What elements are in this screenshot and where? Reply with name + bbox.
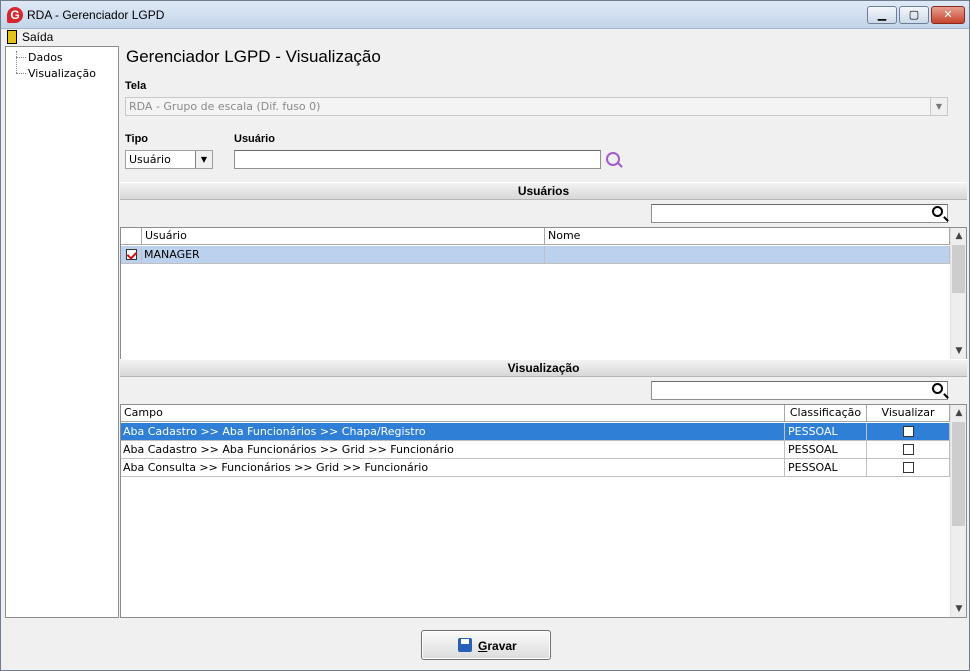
- visualizar-checkbox[interactable]: [902, 425, 914, 437]
- type-select[interactable]: Usuário ▼: [125, 150, 213, 169]
- cell-classificacao: PESSOAL: [785, 423, 867, 441]
- cell-visualizar[interactable]: [867, 459, 950, 477]
- user-input[interactable]: [234, 150, 601, 169]
- row-checkbox[interactable]: [125, 248, 137, 260]
- view-filter-search-icon[interactable]: [932, 383, 943, 394]
- header-campo[interactable]: Campo: [121, 405, 785, 422]
- app-logo-icon: G: [7, 7, 23, 23]
- window-title: RDA - Gerenciador LGPD: [27, 8, 165, 22]
- screen-select[interactable]: RDA - Grupo de escala (Dif. fuso 0) ▼: [125, 97, 948, 116]
- users-section-header: Usuários: [120, 182, 967, 200]
- user-label: Usuário: [234, 133, 275, 145]
- cell-visualizar[interactable]: [867, 441, 950, 459]
- type-label: Tipo: [125, 133, 149, 145]
- save-button[interactable]: Gravar: [421, 630, 551, 660]
- screen-label: Tela: [125, 80, 147, 92]
- type-select-value: Usuário: [129, 153, 171, 166]
- users-grid: Usuário Nome MANAGER ▲ ▼: [120, 227, 967, 360]
- app-window: G RDA - Gerenciador LGPD ▁ ▢ ✕ Saída Dad…: [0, 0, 970, 671]
- chevron-down-icon: ▼: [195, 151, 212, 168]
- header-nome[interactable]: Nome: [545, 228, 950, 245]
- table-row[interactable]: Aba Consulta >> Funcionários >> Grid >> …: [121, 459, 950, 477]
- exit-door-icon: [7, 30, 17, 44]
- users-scrollbar[interactable]: ▲ ▼: [950, 228, 966, 359]
- user-search-icon[interactable]: [606, 152, 620, 166]
- scroll-up-icon[interactable]: ▲: [951, 228, 966, 244]
- scroll-down-icon[interactable]: ▼: [951, 343, 966, 359]
- view-filter-input[interactable]: [651, 381, 948, 400]
- header-check-column: [121, 228, 142, 245]
- navigation-tree: Dados Visualização: [5, 46, 119, 618]
- header-visualizar[interactable]: Visualizar: [867, 405, 950, 422]
- menu-bar: Saída: [1, 29, 969, 45]
- view-grid: Campo Classificação Visualizar Aba Cadas…: [120, 404, 967, 618]
- chevron-down-icon: ▼: [930, 98, 947, 115]
- cell-nome: [545, 246, 950, 264]
- view-section-header: Visualização: [120, 359, 967, 377]
- row-checkbox-cell[interactable]: [121, 246, 142, 264]
- cell-usuario: MANAGER: [142, 246, 545, 264]
- scroll-thumb[interactable]: [952, 245, 965, 293]
- cell-classificacao: PESSOAL: [785, 459, 867, 477]
- visualizar-checkbox[interactable]: [902, 461, 914, 473]
- scroll-thumb[interactable]: [952, 422, 965, 526]
- users-filter-search-icon[interactable]: [932, 206, 943, 217]
- scroll-down-icon[interactable]: ▼: [951, 601, 966, 617]
- cell-classificacao: PESSOAL: [785, 441, 867, 459]
- view-grid-header: Campo Classificação Visualizar: [121, 405, 950, 422]
- table-row[interactable]: Aba Cadastro >> Aba Funcionários >> Grid…: [121, 441, 950, 459]
- cell-visualizar[interactable]: [867, 423, 950, 441]
- tree-item-visualizacao[interactable]: Visualização: [16, 67, 96, 80]
- cell-campo: Aba Cadastro >> Aba Funcionários >> Grid…: [121, 441, 785, 459]
- title-bar[interactable]: G RDA - Gerenciador LGPD ▁ ▢ ✕: [1, 1, 969, 29]
- floppy-disk-icon: [458, 638, 472, 652]
- table-row[interactable]: MANAGER: [121, 246, 950, 264]
- scroll-up-icon[interactable]: ▲: [951, 405, 966, 421]
- save-button-label: Gravar: [478, 639, 517, 653]
- cell-campo: Aba Consulta >> Funcionários >> Grid >> …: [121, 459, 785, 477]
- table-row[interactable]: Aba Cadastro >> Aba Funcionários >> Chap…: [121, 423, 950, 441]
- minimize-button[interactable]: ▁: [867, 6, 897, 24]
- maximize-button[interactable]: ▢: [899, 6, 929, 24]
- cell-campo: Aba Cadastro >> Aba Funcionários >> Chap…: [121, 423, 785, 441]
- users-grid-header: Usuário Nome: [121, 228, 950, 245]
- menu-item-exit[interactable]: Saída: [22, 30, 53, 44]
- header-classificacao[interactable]: Classificação: [785, 405, 867, 422]
- header-usuario[interactable]: Usuário: [142, 228, 545, 245]
- tree-item-dados[interactable]: Dados: [16, 51, 63, 64]
- users-filter-input[interactable]: [651, 204, 948, 223]
- screen-select-value: RDA - Grupo de escala (Dif. fuso 0): [129, 100, 321, 113]
- visualizar-checkbox[interactable]: [902, 443, 914, 455]
- page-title: Gerenciador LGPD - Visualização: [126, 47, 381, 66]
- close-button[interactable]: ✕: [931, 6, 965, 24]
- view-scrollbar[interactable]: ▲ ▼: [950, 405, 966, 617]
